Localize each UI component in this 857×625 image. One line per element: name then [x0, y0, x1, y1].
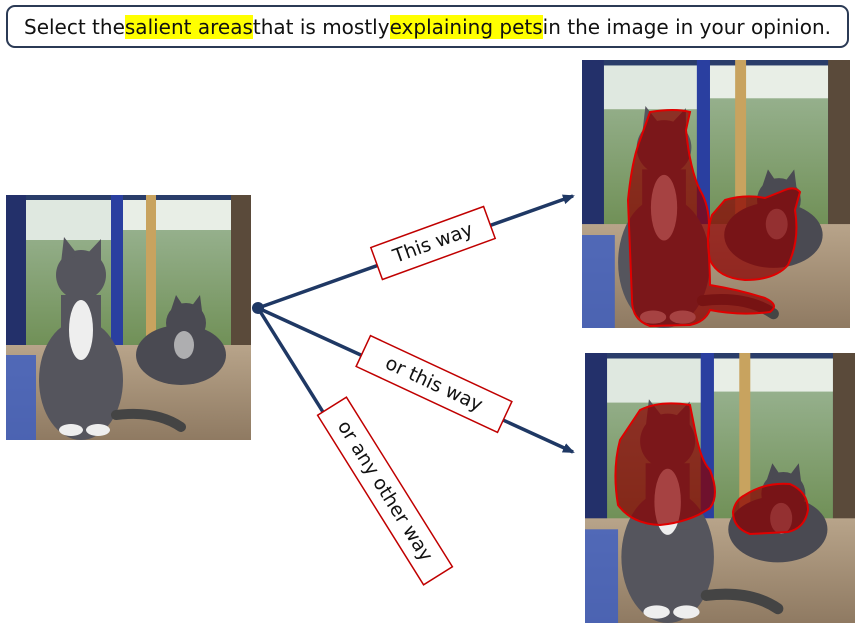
label-or-this-way: or this way — [355, 334, 513, 434]
label-this-way: This way — [369, 205, 497, 281]
label-or-any-other-way-text: or any other way — [333, 417, 437, 566]
source-photo — [6, 195, 251, 440]
branch-node — [252, 302, 264, 314]
result-photo-bottom — [585, 353, 855, 623]
diagram-canvas: This way or this way or any other way — [0, 0, 857, 625]
label-or-any-other-way: or any other way — [316, 396, 454, 586]
result-photo-top — [582, 60, 850, 328]
